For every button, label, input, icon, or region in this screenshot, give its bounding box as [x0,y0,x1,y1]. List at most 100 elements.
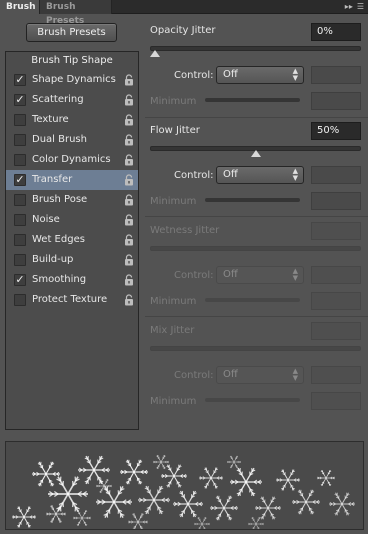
section-divider [145,216,368,217]
updown-arrows-icon: ▲ ▼ [292,367,298,382]
snowflake-icon [173,490,203,518]
unchecked-checkbox[interactable] [14,214,26,226]
brush-option-row[interactable]: Protect Texture [6,290,138,310]
checked-checkbox[interactable]: ✓ [14,94,26,106]
unchecked-checkbox[interactable] [14,234,26,246]
opacity-minimum-input [311,92,361,110]
flow-control-extra-field [311,166,361,184]
brush-option-label: Brush Pose [32,194,88,205]
lock-icon[interactable] [124,254,134,266]
opacity-jitter-slider[interactable] [150,46,361,51]
mix-control-value: Off [223,369,238,380]
brush-tip-shape-item[interactable]: Brush Tip Shape [6,52,138,70]
panel-menu-icon[interactable]: ☰ [357,2,364,12]
mix-control-extra-field [311,366,361,384]
unchecked-checkbox[interactable] [14,134,26,146]
wetness-minimum-input [311,292,361,310]
brush-option-row[interactable]: Noise [6,210,138,230]
snowflake-stroke-preview-icon [12,454,355,529]
brush-option-row[interactable]: Wet Edges [6,230,138,250]
brush-option-row[interactable]: ✓ Shape Dynamics [6,70,138,90]
lock-icon[interactable] [124,154,134,166]
flow-jitter-slider-thumb[interactable] [250,150,261,157]
snowflake-icon [210,495,238,521]
flow-minimum-input [311,192,361,210]
lock-icon[interactable] [124,174,134,186]
opacity-jitter-slider-thumb[interactable] [150,50,160,57]
brush-option-label: Noise [32,214,60,225]
mix-jitter-slider [150,346,361,351]
snowflake-icon [46,505,66,523]
checked-checkbox[interactable]: ✓ [14,274,26,286]
opacity-control-extra-field [311,66,361,84]
flow-minimum-label: Minimum [150,196,197,207]
unchecked-checkbox[interactable] [14,194,26,206]
unchecked-checkbox[interactable] [14,294,26,306]
snowflake-icon [199,467,223,489]
checkmark-icon: ✓ [15,173,25,186]
brush-option-label: Scattering [32,94,84,105]
opacity-control-label: Control: [174,70,214,81]
snowflake-icon [276,469,300,491]
brush-option-row[interactable]: ✓ Scattering [6,90,138,110]
tab-brush[interactable]: Brush [0,0,40,14]
brush-option-row[interactable]: ✓ Smoothing [6,270,138,290]
opacity-minimum-slider [205,98,300,102]
snowflake-icon [73,510,91,526]
brush-option-row[interactable]: Texture [6,110,138,130]
snowflake-icon [120,459,148,485]
opacity-control-select[interactable]: Off ▲ ▼ [216,66,304,84]
brush-option-label: Transfer [32,174,73,185]
brush-stroke-preview [5,441,364,530]
lock-icon[interactable] [124,94,134,106]
wetness-control-select: Off ▲ ▼ [216,266,304,284]
checkmark-icon: ✓ [15,93,25,106]
checkmark-icon: ✓ [15,73,25,86]
snowflake-icon [48,476,88,512]
lock-icon[interactable] [124,114,134,126]
checked-checkbox[interactable]: ✓ [14,74,26,86]
brush-option-row[interactable]: Dual Brush [6,130,138,150]
checkmark-icon: ✓ [15,273,25,286]
mix-minimum-label: Minimum [150,396,197,407]
flow-jitter-label: Flow Jitter [150,125,200,136]
section-divider [145,316,368,317]
brush-option-row[interactable]: ✓ Transfer [6,170,138,190]
mix-control-select: Off ▲ ▼ [216,366,304,384]
opacity-jitter-input[interactable]: 0% [311,23,361,41]
lock-icon[interactable] [124,234,134,246]
lock-icon[interactable] [124,134,134,146]
lock-icon[interactable] [124,74,134,86]
snowflake-icon [292,489,320,515]
brush-option-label: Color Dynamics [32,154,111,165]
panel-tab-bar: Brush Brush Presets ▸▸ ☰ [0,0,368,26]
brush-option-row[interactable]: Build-up [6,250,138,270]
wetness-jitter-label: Wetness Jitter [150,225,220,236]
flow-control-select[interactable]: Off ▲ ▼ [216,166,304,184]
unchecked-checkbox[interactable] [14,254,26,266]
lock-icon[interactable] [124,194,134,206]
unchecked-checkbox[interactable] [14,154,26,166]
mix-jitter-input [311,322,361,340]
checked-checkbox[interactable]: ✓ [14,174,26,186]
snowflake-icon [329,492,355,516]
opacity-control-value: Off [223,69,238,80]
snowflake-icon [153,454,169,470]
brush-presets-button[interactable]: Brush Presets [26,23,117,42]
lock-icon[interactable] [124,274,134,286]
updown-arrows-icon: ▲ ▼ [292,267,298,282]
brush-option-row[interactable]: Color Dynamics [6,150,138,170]
mix-jitter-label: Mix Jitter [150,325,195,336]
tab-brush-presets[interactable]: Brush Presets [40,0,112,26]
unchecked-checkbox[interactable] [14,114,26,126]
panel-collapse-icon[interactable]: ▸▸ [345,2,353,12]
wetness-jitter-slider [150,246,361,251]
brush-option-row[interactable]: Brush Pose [6,190,138,210]
lock-icon[interactable] [124,214,134,226]
snowflake-icon [78,455,110,485]
flow-jitter-input[interactable]: 50% [311,122,361,140]
lock-icon[interactable] [124,294,134,306]
brush-option-label: Texture [32,114,69,125]
mix-control-label: Control: [174,370,214,381]
flow-control-value: Off [223,169,238,180]
